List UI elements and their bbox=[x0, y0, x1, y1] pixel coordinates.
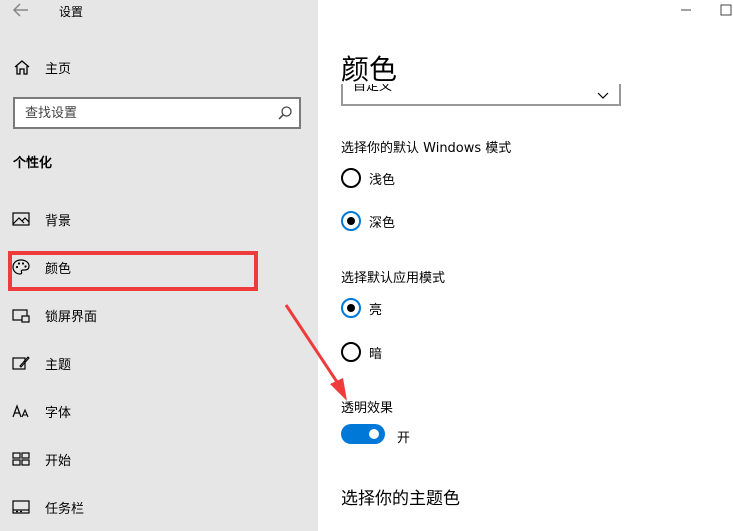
radio-circle bbox=[341, 298, 361, 318]
search-icon[interactable] bbox=[277, 105, 293, 121]
transparency-toggle[interactable] bbox=[341, 424, 385, 444]
sidebar-item-colors[interactable]: 颜色 bbox=[0, 251, 318, 283]
radio-app-light[interactable]: 亮 bbox=[341, 298, 541, 322]
home-icon bbox=[13, 59, 31, 75]
sidebar-item-label: 背景 bbox=[45, 214, 72, 229]
sidebar-item-themes[interactable]: 主题 bbox=[0, 347, 318, 379]
toggle-state-label: 开 bbox=[397, 431, 411, 446]
image-icon bbox=[12, 211, 30, 227]
sidebar-item-label: 任务栏 bbox=[45, 502, 85, 517]
search-input[interactable] bbox=[15, 99, 265, 127]
radio-app-dark[interactable]: 暗 bbox=[341, 342, 541, 366]
mode-dropdown[interactable]: 自定义 bbox=[341, 84, 621, 106]
radio-circle bbox=[341, 211, 361, 231]
back-button[interactable] bbox=[12, 2, 32, 20]
sidebar-item-label: 颜色 bbox=[45, 262, 72, 277]
radio-light-mode[interactable]: 浅色 bbox=[341, 168, 541, 192]
radio-label: 深色 bbox=[369, 216, 396, 231]
windows-mode-label: 选择你的默认 Windows 模式 bbox=[341, 141, 512, 156]
transparency-label: 透明效果 bbox=[341, 401, 394, 416]
sidebar-item-label: 开始 bbox=[45, 454, 72, 469]
radio-label: 浅色 bbox=[369, 173, 396, 188]
font-icon bbox=[12, 403, 30, 419]
maximize-button[interactable] bbox=[718, 2, 733, 18]
app-mode-label: 选择默认应用模式 bbox=[341, 271, 446, 286]
sidebar-item-label: 字体 bbox=[45, 406, 72, 421]
search-box[interactable] bbox=[13, 97, 301, 129]
lock-screen-icon bbox=[12, 307, 30, 323]
minimize-button[interactable] bbox=[678, 2, 694, 18]
radio-label: 亮 bbox=[369, 303, 383, 318]
chevron-down-icon bbox=[597, 86, 609, 99]
minimize-icon bbox=[681, 9, 691, 11]
accent-color-heading: 选择你的主题色 bbox=[341, 489, 460, 509]
sidebar-item-lock-screen[interactable]: 锁屏界面 bbox=[0, 299, 318, 331]
section-title: 个性化 bbox=[13, 156, 53, 171]
maximize-icon bbox=[720, 4, 732, 16]
sidebar-item-start[interactable]: 开始 bbox=[0, 443, 318, 475]
start-icon bbox=[12, 451, 30, 467]
dropdown-value: 自定义 bbox=[353, 84, 393, 94]
sidebar-item-label: 锁屏界面 bbox=[45, 310, 98, 325]
page-title: 颜色 bbox=[341, 53, 398, 86]
radio-dark-mode[interactable]: 深色 bbox=[341, 211, 541, 235]
sidebar-item-taskbar[interactable]: 任务栏 bbox=[0, 491, 318, 523]
radio-circle bbox=[341, 342, 361, 362]
sidebar-item-label: 主页 bbox=[45, 62, 72, 77]
radio-label: 暗 bbox=[369, 347, 383, 362]
theme-icon bbox=[12, 355, 30, 371]
radio-circle bbox=[341, 168, 361, 188]
taskbar-icon bbox=[12, 499, 30, 515]
palette-icon bbox=[12, 259, 30, 275]
app-title: 设置 bbox=[59, 5, 84, 19]
sidebar-item-label: 主题 bbox=[45, 358, 72, 373]
sidebar-item-background[interactable]: 背景 bbox=[0, 203, 318, 235]
sidebar: 设置 主页 个性化 背景 颜色 锁屏界面 主题 bbox=[0, 0, 318, 531]
sidebar-item-fonts[interactable]: 字体 bbox=[0, 395, 318, 427]
back-arrow-icon bbox=[12, 3, 28, 17]
sidebar-item-home[interactable]: 主页 bbox=[0, 52, 318, 82]
